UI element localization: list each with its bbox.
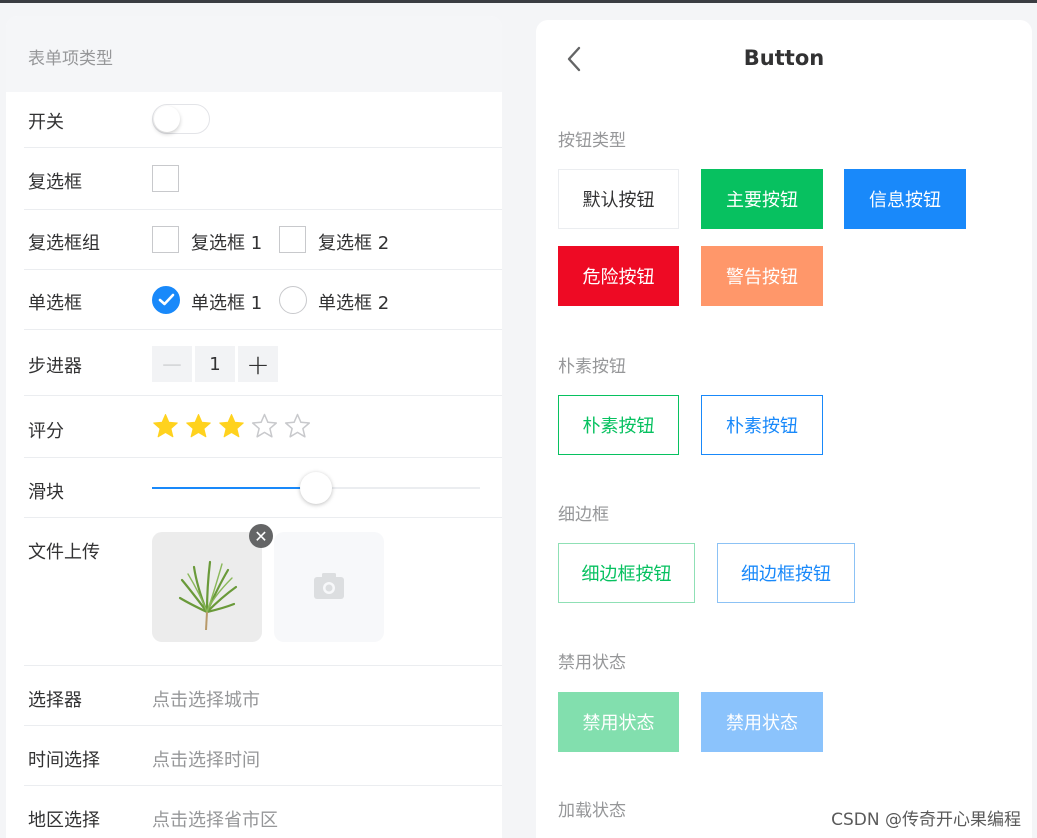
radio-label: 单选框	[28, 293, 82, 314]
warning-button[interactable]: 警告按钮	[701, 246, 823, 306]
section-title-hairline: 细边框	[558, 505, 609, 525]
hairline-info-button[interactable]: 细边框按钮	[717, 543, 855, 603]
form-row-datetime: 时间选择 点击选择时间	[6, 726, 502, 786]
form-section-title: 表单项类型	[6, 16, 502, 92]
form-row-stepper: 步进器 − 1 +	[6, 330, 502, 396]
star-filled-icon[interactable]	[185, 413, 212, 440]
checkbox-option-2-label: 复选框 2	[318, 233, 390, 254]
form-row-radio: 单选框 单选框 1 单选框 2	[6, 270, 502, 330]
form-row-uploader: 文件上传 ✕	[6, 518, 502, 666]
area-label: 地区选择	[28, 810, 100, 831]
primary-button[interactable]: 主要按钮	[701, 169, 823, 229]
plain-primary-button[interactable]: 朴素按钮	[558, 395, 679, 455]
star-filled-icon[interactable]	[218, 413, 245, 440]
checkbox-option-2[interactable]	[279, 226, 306, 253]
button-demo-panel: Button 按钮类型 默认按钮 主要按钮 信息按钮 危险按钮 警告按钮 朴素按…	[536, 20, 1032, 838]
checkbox-label: 复选框	[28, 172, 82, 193]
form-demo-panel: 表单项类型 开关 复选框 复选框组 复选框 1 复选框 2 单选框 单选框 1 …	[6, 16, 502, 838]
danger-button[interactable]: 危险按钮	[558, 246, 679, 306]
section-title-types: 按钮类型	[558, 131, 626, 151]
form-row-switch: 开关	[6, 92, 502, 148]
checkbox-option-1[interactable]	[152, 226, 179, 253]
plain-info-button[interactable]: 朴素按钮	[701, 395, 823, 455]
form-row-picker: 选择器 点击选择城市	[6, 666, 502, 726]
radio-option-1-label: 单选框 1	[191, 293, 263, 314]
stepper-minus-button[interactable]: −	[152, 346, 192, 382]
star-empty-icon[interactable]	[251, 413, 278, 440]
watermark-text: CSDN @传奇开心果编程	[831, 810, 1021, 830]
checkbox-group-label: 复选框组	[28, 233, 100, 254]
checkbox-option-1-label: 复选框 1	[191, 233, 263, 254]
star-empty-icon[interactable]	[284, 413, 311, 440]
section-title-disabled: 禁用状态	[558, 653, 626, 673]
check-icon	[158, 293, 175, 306]
slider-fill	[152, 487, 316, 489]
form-row-area: 地区选择 点击选择省市区	[6, 786, 502, 838]
plant-image	[178, 560, 238, 631]
switch-knob	[154, 106, 180, 132]
stepper-plus-button[interactable]: +	[238, 346, 278, 382]
slider-label: 滑块	[28, 482, 64, 503]
datetime-label: 时间选择	[28, 750, 100, 771]
datetime-field[interactable]: 点击选择时间	[152, 746, 260, 772]
page-title: Button	[743, 46, 825, 70]
delete-image-icon[interactable]: ✕	[249, 524, 273, 548]
section-title-plain: 朴素按钮	[558, 357, 626, 377]
camera-icon	[314, 573, 344, 599]
top-edge	[0, 0, 1037, 3]
info-button[interactable]: 信息按钮	[844, 169, 966, 229]
picker-label: 选择器	[28, 690, 82, 711]
form-row-rate: 评分	[6, 396, 502, 458]
picker-field[interactable]: 点击选择城市	[152, 686, 260, 712]
upload-button[interactable]	[274, 532, 384, 642]
switch-toggle[interactable]	[152, 104, 210, 134]
radio-option-1[interactable]	[152, 286, 180, 314]
form-row-slider: 滑块	[6, 458, 502, 518]
radio-option-2-label: 单选框 2	[318, 293, 390, 314]
star-filled-icon[interactable]	[152, 413, 179, 440]
disabled-primary-button: 禁用状态	[558, 692, 679, 752]
stepper-label: 步进器	[28, 356, 82, 377]
stepper-input[interactable]: 1	[195, 346, 235, 382]
form-row-checkbox: 复选框	[6, 148, 502, 210]
section-title-loading: 加载状态	[558, 801, 626, 821]
area-field[interactable]: 点击选择省市区	[152, 806, 278, 832]
uploaded-image-preview[interactable]	[152, 532, 262, 642]
slider-handle[interactable]	[300, 472, 332, 504]
form-row-checkbox-group: 复选框组 复选框 1 复选框 2	[6, 210, 502, 270]
uploader-label: 文件上传	[28, 542, 100, 563]
switch-label: 开关	[28, 112, 64, 133]
rate-label: 评分	[28, 421, 64, 442]
hairline-primary-button[interactable]: 细边框按钮	[558, 543, 695, 603]
default-button[interactable]: 默认按钮	[558, 169, 679, 229]
radio-option-2[interactable]	[279, 286, 307, 314]
disabled-info-button: 禁用状态	[701, 692, 823, 752]
checkbox[interactable]	[152, 165, 179, 192]
